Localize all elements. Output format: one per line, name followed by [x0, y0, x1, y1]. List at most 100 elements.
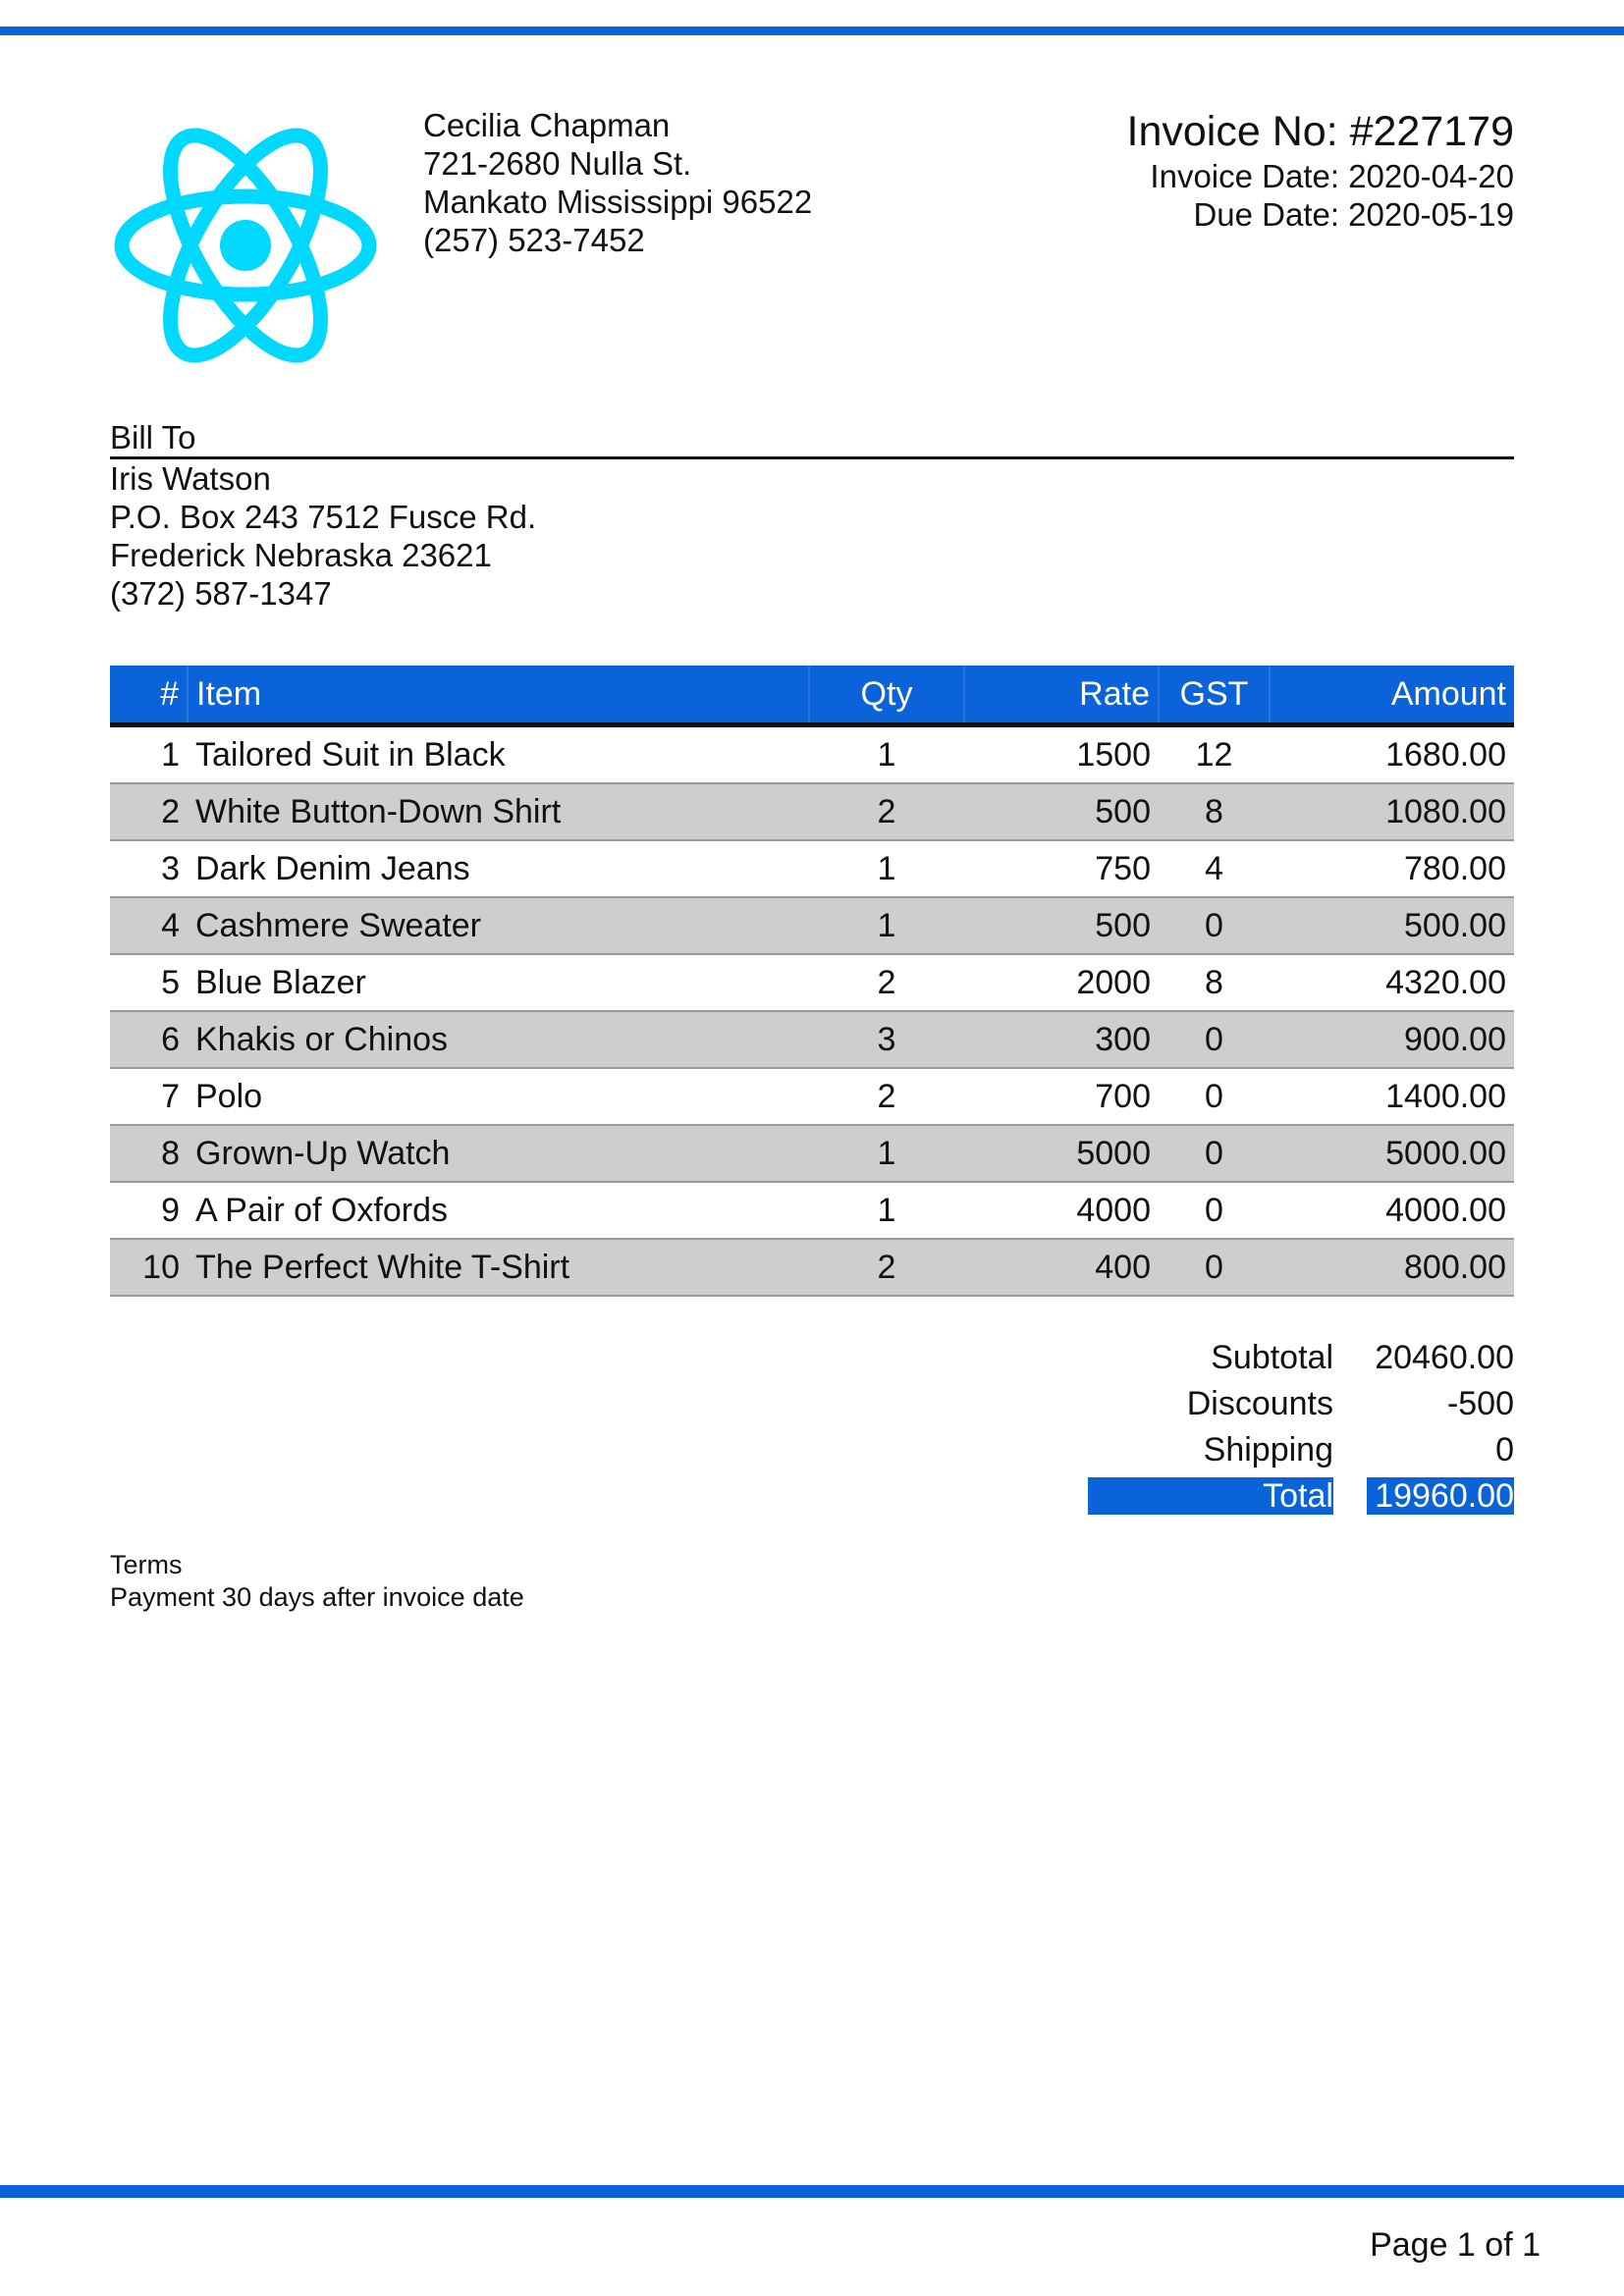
row-num: 7 — [110, 1068, 188, 1126]
terms-text: Payment 30 days after invoice date — [110, 1582, 524, 1612]
row-rate: 4000 — [964, 1182, 1159, 1240]
row-rate: 2000 — [964, 954, 1159, 1012]
header-rate: Rate — [964, 666, 1160, 727]
row-gst: 4 — [1159, 840, 1270, 898]
sender-phone: (257) 523-7452 — [423, 222, 645, 258]
top-accent-bar — [0, 27, 1624, 35]
bill-to-address: Iris Watson P.O. Box 243 7512 Fusce Rd. … — [110, 459, 536, 613]
row-gst: 0 — [1159, 1125, 1270, 1183]
table-row: 8 Grown-Up Watch 1 5000 0 5000.00 — [110, 1125, 1514, 1183]
table-header-row: # Item Qty Rate GST Amount — [110, 666, 1514, 727]
row-item: Dark Denim Jeans — [188, 840, 809, 898]
total-row: Total 19960.00 — [1088, 1477, 1514, 1515]
line-items-table: # Item Qty Rate GST Amount 1 Tailored Su… — [110, 666, 1514, 1297]
row-qty: 3 — [809, 1011, 964, 1069]
row-amount: 1080.00 — [1270, 783, 1514, 841]
row-amount: 5000.00 — [1270, 1125, 1514, 1183]
row-qty: 1 — [809, 724, 964, 784]
table-row: 10 The Perfect White T-Shirt 2 400 0 800… — [110, 1239, 1514, 1297]
table-row: 7 Polo 2 700 0 1400.00 — [110, 1068, 1514, 1126]
row-gst: 8 — [1159, 783, 1270, 841]
row-amount: 4000.00 — [1270, 1182, 1514, 1240]
total-label: Total — [1088, 1477, 1333, 1515]
sender-address: Cecilia Chapman 721-2680 Nulla St. Manka… — [423, 106, 812, 259]
sender-street: 721-2680 Nulla St. — [423, 145, 692, 182]
react-atom-logo-icon — [108, 123, 383, 368]
table-row: 1 Tailored Suit in Black 1 1500 12 1680.… — [110, 724, 1514, 784]
sender-name: Cecilia Chapman — [423, 107, 671, 143]
row-rate: 500 — [964, 897, 1159, 955]
row-item: The Perfect White T-Shirt — [188, 1239, 809, 1297]
row-gst: 0 — [1159, 1239, 1270, 1297]
row-qty: 1 — [809, 840, 964, 898]
row-rate: 750 — [964, 840, 1159, 898]
row-num: 2 — [110, 783, 188, 841]
total-value: 19960.00 — [1367, 1477, 1514, 1515]
row-num: 5 — [110, 954, 188, 1012]
header-gst: GST — [1159, 666, 1271, 727]
terms-label: Terms — [110, 1550, 183, 1579]
row-rate: 5000 — [964, 1125, 1159, 1183]
row-num: 3 — [110, 840, 188, 898]
row-gst: 0 — [1159, 1182, 1270, 1240]
discounts-label: Discounts — [1186, 1385, 1333, 1422]
table-row: 6 Khakis or Chinos 3 300 0 900.00 — [110, 1011, 1514, 1069]
row-qty: 1 — [809, 1182, 964, 1240]
row-qty: 1 — [809, 897, 964, 955]
totals-summary: Subtotal 20460.00 Discounts -500 Shippin… — [1088, 1335, 1514, 1515]
shipping-value: 0 — [1495, 1431, 1514, 1468]
row-amount: 4320.00 — [1270, 954, 1514, 1012]
table-row: 3 Dark Denim Jeans 1 750 4 780.00 — [110, 840, 1514, 898]
row-item: Tailored Suit in Black — [188, 724, 809, 784]
row-gst: 0 — [1159, 897, 1270, 955]
bill-to-name: Iris Watson — [110, 460, 271, 497]
row-item: Grown-Up Watch — [188, 1125, 809, 1183]
row-amount: 1400.00 — [1270, 1068, 1514, 1126]
row-qty: 1 — [809, 1125, 964, 1183]
page-number: Page 1 of 1 — [1370, 2226, 1541, 2264]
row-rate: 1500 — [964, 724, 1159, 784]
row-amount: 800.00 — [1270, 1239, 1514, 1297]
table-row: 9 A Pair of Oxfords 1 4000 0 4000.00 — [110, 1182, 1514, 1240]
subtotal-value: 20460.00 — [1375, 1339, 1514, 1376]
invoice-date: Invoice Date: 2020-04-20 — [1150, 158, 1514, 194]
row-gst: 12 — [1159, 724, 1270, 784]
row-amount: 1680.00 — [1270, 724, 1514, 784]
row-rate: 700 — [964, 1068, 1159, 1126]
header-num: # — [110, 666, 189, 727]
row-num: 4 — [110, 897, 188, 955]
row-num: 1 — [110, 724, 188, 784]
table-row: 2 White Button-Down Shirt 2 500 8 1080.0… — [110, 783, 1514, 841]
row-rate: 500 — [964, 783, 1159, 841]
row-amount: 780.00 — [1270, 840, 1514, 898]
shipping-row: Shipping 0 — [1088, 1427, 1514, 1473]
bill-to-label: Bill To — [110, 419, 1514, 459]
row-item: A Pair of Oxfords — [188, 1182, 809, 1240]
row-num: 10 — [110, 1239, 188, 1297]
row-item: White Button-Down Shirt — [188, 783, 809, 841]
row-rate: 400 — [964, 1239, 1159, 1297]
shipping-label: Shipping — [1203, 1431, 1333, 1468]
table-row: 5 Blue Blazer 2 2000 8 4320.00 — [110, 954, 1514, 1012]
row-rate: 300 — [964, 1011, 1159, 1069]
row-qty: 2 — [809, 1239, 964, 1297]
row-qty: 2 — [809, 1068, 964, 1126]
row-qty: 2 — [809, 783, 964, 841]
row-item: Polo — [188, 1068, 809, 1126]
bill-to-city: Frederick Nebraska 23621 — [110, 537, 492, 573]
bill-to-street: P.O. Box 243 7512 Fusce Rd. — [110, 499, 537, 535]
due-date: Due Date: 2020-05-19 — [1193, 196, 1514, 233]
row-num: 8 — [110, 1125, 188, 1183]
header-qty: Qty — [809, 666, 965, 727]
row-num: 6 — [110, 1011, 188, 1069]
row-amount: 500.00 — [1270, 897, 1514, 955]
discounts-row: Discounts -500 — [1088, 1381, 1514, 1427]
row-num: 9 — [110, 1182, 188, 1240]
row-gst: 8 — [1159, 954, 1270, 1012]
row-gst: 0 — [1159, 1068, 1270, 1126]
header-amount: Amount — [1270, 666, 1514, 727]
subtotal-row: Subtotal 20460.00 — [1088, 1335, 1514, 1381]
discounts-value: -500 — [1446, 1385, 1514, 1422]
sender-city: Mankato Mississippi 96522 — [423, 184, 813, 220]
row-qty: 2 — [809, 954, 964, 1012]
